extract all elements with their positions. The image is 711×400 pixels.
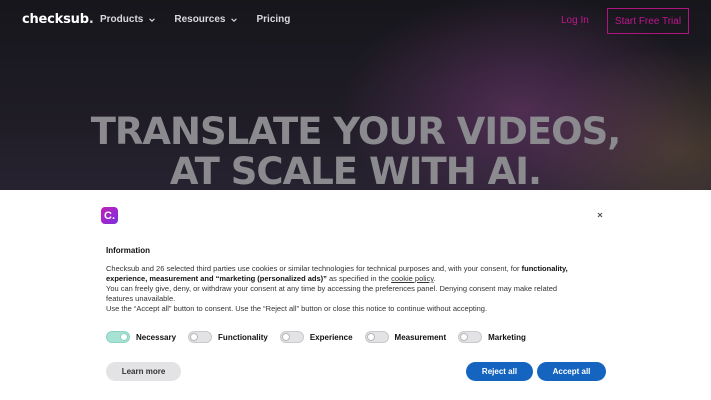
hero-headline: TRANSLATE YOUR VIDEOS, AT SCALE WITH AI.	[0, 110, 711, 191]
headline-line-2: AT SCALE WITH AI.	[169, 150, 542, 191]
nav-pricing[interactable]: Pricing	[256, 14, 290, 25]
consent-text-1b: as specified in the	[326, 274, 392, 283]
nav-pricing-label: Pricing	[256, 14, 291, 25]
checksub-badge-icon: C.	[101, 207, 118, 224]
toggle-knob	[460, 333, 469, 341]
headline-line-1: TRANSLATE YOUR VIDEOS,	[90, 110, 622, 153]
toggle-knob	[120, 333, 128, 341]
start-free-trial-button[interactable]: Start Free Trial	[607, 8, 689, 34]
cookie-policy-link[interactable]: cookie policy	[391, 274, 433, 283]
toggle-switch[interactable]	[364, 331, 389, 343]
logo-text: checksub	[22, 12, 89, 27]
learn-more-button[interactable]: Learn more	[106, 362, 181, 381]
toggle-knob	[190, 333, 199, 341]
consent-text-1c: .	[433, 274, 436, 283]
nav-resources[interactable]: Resources	[174, 14, 238, 25]
close-icon[interactable]	[594, 209, 606, 221]
toggle-knob	[366, 333, 375, 341]
login-link[interactable]: Log In	[561, 15, 589, 26]
toggle-switch[interactable]	[458, 331, 483, 343]
chevron-down-icon	[231, 17, 238, 22]
nav-products-label: Products	[100, 14, 144, 25]
cookie-consent-banner: C. Information Checksub and 26 selected …	[0, 190, 711, 400]
toggle-label: Necessary	[136, 332, 177, 342]
toggle-measurement[interactable]: Measurement	[364, 331, 447, 343]
consent-paragraph-3: Use the “Accept all” button to consent. …	[106, 304, 488, 313]
chevron-down-icon	[149, 17, 156, 22]
main-nav: Products Resources Pricing	[100, 14, 290, 25]
consent-text-1a: Checksub and 26 selected third parties u…	[106, 264, 522, 273]
toggle-switch[interactable]	[279, 331, 304, 343]
toggle-switch[interactable]	[188, 331, 213, 343]
consent-toggles: Necessary Functionality Experience Measu…	[106, 331, 538, 343]
accept-all-button[interactable]: Accept all	[537, 362, 606, 381]
nav-resources-label: Resources	[174, 14, 226, 25]
toggle-knob	[281, 333, 290, 341]
consent-text: Checksub and 26 selected third parties u…	[106, 264, 584, 314]
checksub-logo[interactable]: checksub.	[22, 12, 94, 27]
toggle-label: Measurement	[394, 332, 447, 342]
toggle-marketing[interactable]: Marketing	[458, 331, 526, 343]
toggle-switch[interactable]	[106, 331, 130, 343]
toggle-label: Functionality	[218, 332, 268, 342]
toggle-necessary[interactable]: Necessary	[106, 331, 176, 343]
reject-all-button[interactable]: Reject all	[466, 362, 533, 381]
consent-paragraph-1: Checksub and 26 selected third parties u…	[106, 264, 584, 284]
consent-title: Information	[106, 246, 150, 255]
toggle-functionality[interactable]: Functionality	[188, 331, 268, 343]
nav-products[interactable]: Products	[100, 14, 156, 25]
hero-section: checksub. Products Resources Pricing Log…	[0, 0, 711, 190]
logo-dot: .	[88, 12, 94, 27]
toggle-label: Marketing	[488, 332, 526, 342]
toggle-label: Experience	[309, 332, 353, 342]
toggle-experience[interactable]: Experience	[279, 331, 353, 343]
consent-paragraph-2: You can freely give, deny, or withdraw y…	[106, 284, 558, 303]
